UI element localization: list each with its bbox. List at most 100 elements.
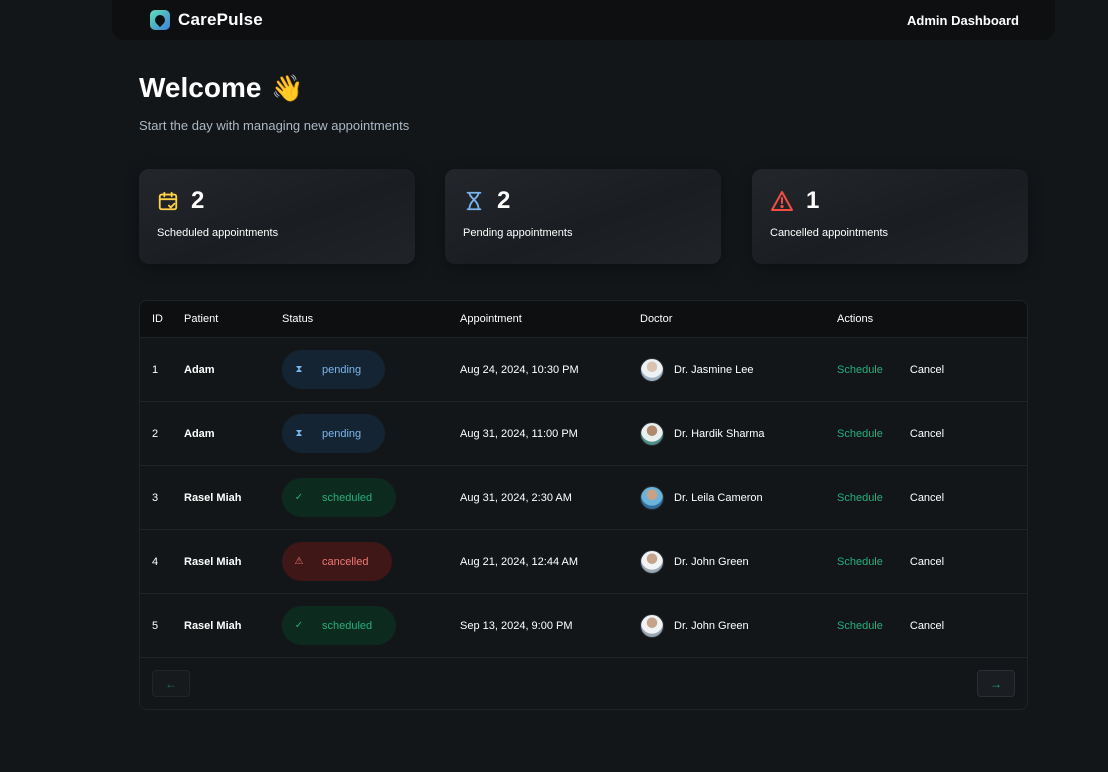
cancel-button[interactable]: Cancel: [910, 556, 944, 568]
cancel-button[interactable]: Cancel: [910, 364, 944, 376]
scheduled-label: Scheduled appointments: [157, 227, 279, 239]
warning-icon: ⚠: [294, 556, 304, 567]
status-badge: ⧗ pending: [282, 350, 386, 389]
table-row: 4 Rasel Miah ⚠ cancelled Aug 21, 2024, 1…: [140, 530, 1027, 594]
doctor-avatar: [640, 549, 664, 574]
doctor-cell: Dr. Hardik Sharma: [640, 421, 837, 446]
calendar-check-icon: [158, 191, 178, 211]
cancel-button[interactable]: Cancel: [910, 428, 944, 440]
row-id: 1: [152, 363, 159, 376]
page-title: Welcome 👋: [139, 72, 409, 104]
row-id: 3: [152, 491, 159, 504]
pending-count: 2: [497, 187, 511, 214]
hourglass-icon: ⧗: [295, 364, 303, 375]
scheduled-count: 2: [191, 187, 205, 214]
doctor: Dr. Leila Cameron: [640, 485, 837, 510]
row-id: 2: [152, 427, 159, 440]
cancel-button[interactable]: Cancel: [910, 492, 944, 504]
schedule-button[interactable]: Schedule: [837, 492, 883, 504]
row-patient: Adam: [184, 427, 215, 440]
row-id: 4: [152, 555, 159, 568]
cancelled-count: 1: [806, 187, 820, 214]
stat-card-cancelled: 1 Cancelled appointments: [752, 169, 1028, 264]
check-icon: ✓: [294, 492, 304, 503]
status-cell: ✓ scheduled: [282, 606, 460, 645]
table-row: 5 Rasel Miah ✓ scheduled Sep 13, 2024, 9…: [140, 594, 1027, 658]
row-actions: Schedule Cancel: [837, 556, 1027, 568]
row-appointment: Aug 24, 2024, 10:30 PM: [460, 363, 579, 376]
row-actions: Schedule Cancel: [837, 492, 1027, 504]
status-badge: ⧗ pending: [282, 414, 386, 453]
row-actions: Schedule Cancel: [837, 620, 1027, 632]
admin-dashboard-label: Admin Dashboard: [907, 12, 1019, 28]
arrow-left-icon: ←: [165, 676, 177, 691]
schedule-button[interactable]: Schedule: [837, 620, 883, 632]
column-header-patient: Patient: [184, 313, 219, 325]
status-text: scheduled: [322, 491, 373, 504]
doctor-cell: Dr. John Green: [640, 613, 837, 638]
row-appointment: Aug 31, 2024, 11:00 PM: [460, 427, 578, 440]
brand-name: CarePulse: [178, 10, 263, 29]
column-header-id: ID: [152, 313, 163, 325]
doctor-name: Dr. Leila Cameron: [674, 491, 763, 504]
status-cell: ⧗ pending: [282, 350, 460, 389]
status-text: cancelled: [322, 555, 369, 568]
doctor-cell: Dr. Leila Cameron: [640, 485, 837, 510]
doctor: Dr. John Green: [640, 613, 837, 638]
hourglass-icon: [466, 191, 482, 211]
arrow-right-icon: →: [990, 676, 1002, 691]
table-row: 1 Adam ⧗ pending Aug 24, 2024, 10:30 PM …: [140, 338, 1027, 402]
stat-card-scheduled: 2 Scheduled appointments: [139, 169, 415, 264]
row-patient: Rasel Miah: [184, 555, 242, 568]
stat-card-pending: 2 Pending appointments: [445, 169, 721, 264]
schedule-button[interactable]: Schedule: [837, 364, 883, 376]
status-cell: ⧗ pending: [282, 414, 460, 453]
table-header: ID Patient Status Appointment Doctor Act…: [140, 301, 1027, 338]
row-patient: Adam: [184, 363, 215, 376]
status-badge: ✓ scheduled: [282, 478, 397, 517]
row-appointment: Aug 31, 2024, 2:30 AM: [460, 491, 572, 504]
status-cell: ✓ scheduled: [282, 478, 460, 517]
carepulse-logo-icon: [150, 10, 170, 30]
schedule-button[interactable]: Schedule: [837, 556, 883, 568]
pagination: ← →: [152, 670, 1015, 697]
doctor: Dr. Hardik Sharma: [640, 421, 837, 446]
doctor-avatar: [640, 613, 664, 638]
check-icon: ✓: [294, 620, 304, 631]
doctor: Dr. Jasmine Lee: [640, 357, 837, 382]
pending-label: Pending appointments: [463, 227, 573, 239]
warning-icon: [771, 191, 793, 211]
table-row: 3 Rasel Miah ✓ scheduled Aug 31, 2024, 2…: [140, 466, 1027, 530]
schedule-button[interactable]: Schedule: [837, 428, 883, 440]
hourglass-icon: ⧗: [295, 428, 303, 439]
row-appointment: Aug 21, 2024, 12:44 AM: [460, 555, 579, 568]
row-patient: Rasel Miah: [184, 491, 242, 504]
doctor-name: Dr. John Green: [674, 619, 749, 632]
status-text: pending: [322, 363, 362, 376]
row-patient: Rasel Miah: [184, 619, 242, 632]
doctor-cell: Dr. John Green: [640, 549, 837, 574]
status-cell: ⚠ cancelled: [282, 542, 460, 581]
next-page-button[interactable]: →: [977, 670, 1015, 697]
status-text: scheduled: [322, 619, 373, 632]
row-actions: Schedule Cancel: [837, 428, 1027, 440]
doctor-avatar: [640, 485, 664, 510]
column-header-doctor: Doctor: [640, 313, 673, 325]
column-header-appointment: Appointment: [460, 313, 522, 325]
status-badge: ⚠ cancelled: [282, 542, 393, 581]
top-header: CarePulse Admin Dashboard: [112, 0, 1055, 40]
doctor-name: Dr. Jasmine Lee: [674, 363, 754, 376]
row-id: 5: [152, 619, 159, 632]
row-appointment: Sep 13, 2024, 9:00 PM: [460, 619, 573, 632]
brand[interactable]: CarePulse: [150, 10, 263, 30]
doctor-cell: Dr. Jasmine Lee: [640, 357, 837, 382]
row-actions: Schedule Cancel: [837, 364, 1027, 376]
appointments-table: ID Patient Status Appointment Doctor Act…: [139, 300, 1028, 710]
column-header-actions: Actions: [837, 313, 874, 325]
previous-page-button[interactable]: ←: [152, 670, 190, 697]
doctor-avatar: [640, 357, 664, 382]
welcome-title: Welcome: [139, 72, 262, 103]
welcome-section: Welcome 👋 Start the day with managing ne…: [139, 72, 409, 133]
doctor-name: Dr. Hardik Sharma: [674, 427, 765, 440]
cancel-button[interactable]: Cancel: [910, 620, 944, 632]
